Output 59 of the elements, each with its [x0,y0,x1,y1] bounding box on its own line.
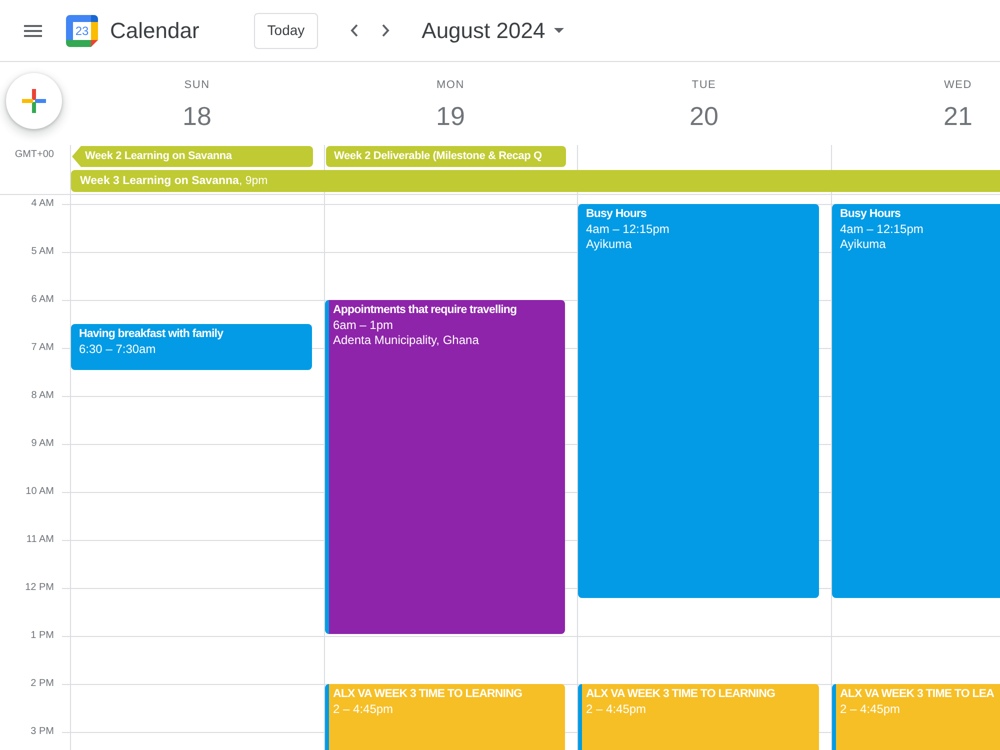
hour-label: 11 AM [26,533,54,547]
date-button[interactable]: 21 [938,99,978,133]
calendar-logo-icon [66,14,98,46]
event-location: Ayikuma [840,237,887,252]
event-title: Busy Hours [586,207,648,222]
hour-label: 10 AM [26,485,54,499]
event-time: 2 – 4:45pm [586,702,648,717]
event-time: 2 – 4:45pm [840,702,902,717]
event-card[interactable]: ALX VA WEEK 3 TIME TO LEARNING 2 – 4:45pm [578,684,819,750]
weekday-label: TUE [692,78,716,93]
event-card[interactable]: Having breakfast with family 6:30 – 7:30am [71,324,312,370]
weekday-label: SUN [184,78,210,93]
event-card[interactable]: ALX VA WEEK 3 TIME TO LEA 2 – 4:45pm [832,684,1000,750]
hour-label: 3 PM [30,725,54,739]
event-time: 2 – 4:45pm [333,702,394,717]
create-button[interactable] [6,73,62,129]
event-card[interactable]: Busy Hours 4am – 12:15pm Ayikuma [832,204,1000,598]
event-title: ALX VA WEEK 3 TIME TO LEARNING [333,687,524,702]
multi-day-event[interactable]: Week 3 Learning on Savanna, 9pm [71,170,1000,192]
event-title: Busy Hours [840,207,902,222]
event-time: 6am – 1pm [333,318,394,333]
month-picker-button[interactable]: August 2024 [422,16,564,44]
all-day-event[interactable]: Week 2 Learning on Savanna [72,146,313,167]
hour-label: 12 PM [25,581,54,595]
event-card[interactable]: Busy Hours 4am – 12:15pm Ayikuma [578,204,819,598]
timezone-label: GMT+00 [14,148,54,162]
event-card[interactable]: ALX VA WEEK 3 TIME TO LEARNING 2 – 4:45pm [325,684,565,750]
menu-icon [24,24,42,36]
event-location: Adenta Municipality, Ghana [333,333,480,348]
weekday-label: WED [944,78,972,93]
caret-down-icon [554,28,564,33]
chevron-right-icon [382,24,390,37]
hour-label: 6 AM [31,293,54,307]
all-day-event[interactable]: Week 2 Deliverable (Milestone & Recap Q [326,146,566,167]
date-button[interactable]: 18 [176,99,218,133]
event-title: Having breakfast with family [79,327,224,342]
hour-label: 7 AM [31,341,54,355]
today-button[interactable]: Today [254,12,318,48]
app-title: Calendar [110,16,200,44]
event-time: 6:30 – 7:30am [79,342,157,357]
hour-label: 1 PM [30,629,54,643]
event-location: Ayikuma [586,237,633,252]
hour-label: 8 AM [31,389,54,403]
event-title: Appointments that require travelling [333,303,518,318]
plus-icon [22,89,46,113]
weekday-label: MON [436,78,465,93]
event-time: 4am – 12:15pm [840,222,924,237]
hour-label: 5 AM [31,245,54,259]
chevron-left-icon [350,24,358,37]
logo-date: 23 [74,22,90,40]
event-card[interactable]: Appointments that require travelling 6am – 1pm Adenta Municipality, Ghana [325,300,565,634]
hour-label: 2 PM [30,677,54,691]
hour-label: 9 AM [31,437,54,451]
hour-label: 4 AM [31,197,54,211]
event-time: 4am – 12:15pm [586,222,670,237]
event-title: ALX VA WEEK 3 TIME TO LEA [840,687,995,702]
date-button[interactable]: 19 [430,99,471,133]
event-title: ALX VA WEEK 3 TIME TO LEARNING [586,687,776,702]
date-button[interactable]: 20 [684,99,724,133]
